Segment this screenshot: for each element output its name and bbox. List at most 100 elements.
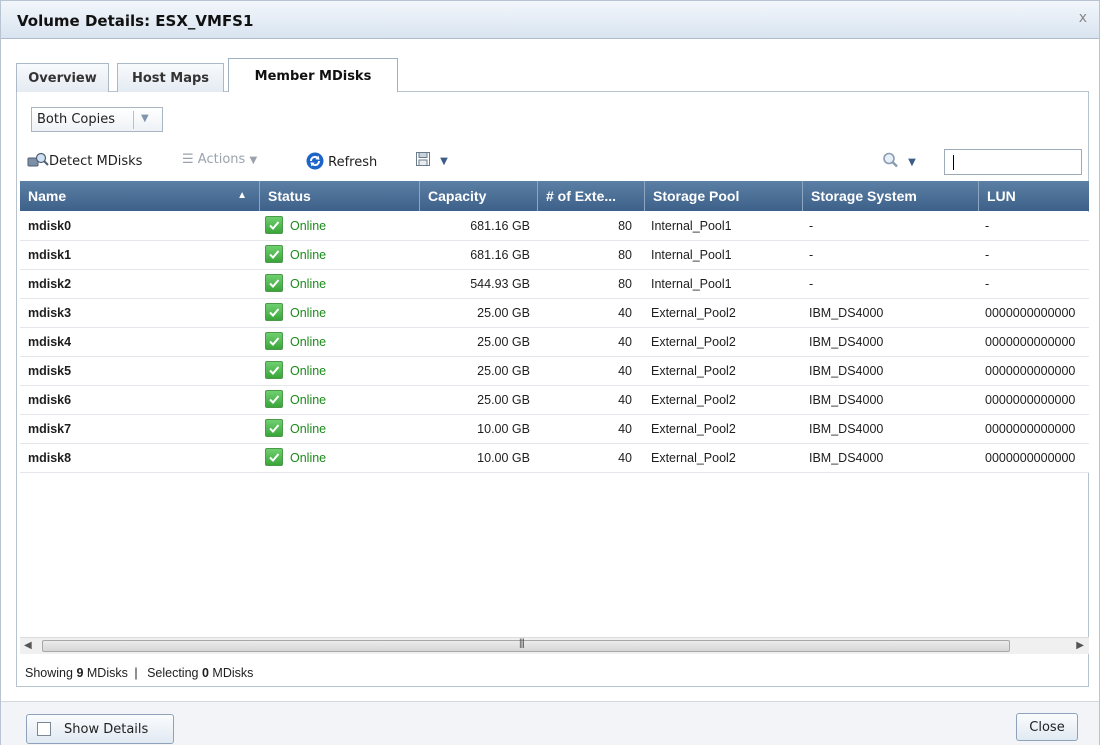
tab-host-maps[interactable]: Host Maps — [117, 63, 224, 92]
cell-lun: 0000000000000 — [985, 364, 1076, 378]
detect-mdisks-label: Detect MDisks — [49, 154, 143, 169]
actions-menu-button[interactable]: ☰ Actions ▼ — [182, 152, 257, 167]
toolbar: Detect MDisks ☰ Actions ▼ Refresh ▼ ▼ — [27, 149, 1087, 175]
column-header-storage-system[interactable]: Storage System — [803, 181, 979, 211]
cell-lun: 0000000000000 — [985, 393, 1076, 407]
cell-capacity: 10.00 GB — [477, 422, 530, 436]
cell-system: IBM_DS4000 — [809, 306, 884, 320]
table-row[interactable]: mdisk3 Online 25.00 GB 40 External_Pool2 IBM_… — [20, 299, 1089, 328]
cell-lun: 0000000000000 — [985, 422, 1076, 436]
table-row[interactable]: mdisk7 Online 10.00 GB 40 External_Pool2 IBM_… — [20, 415, 1089, 444]
cell-capacity: 544.93 GB — [470, 277, 530, 291]
refresh-icon — [306, 152, 324, 170]
cell-lun: 0000000000000 — [985, 335, 1076, 349]
showing-suffix: MDisks — [86, 666, 128, 680]
table-row[interactable]: mdisk6 Online 25.00 GB 40 External_Pool2 IBM_… — [20, 386, 1089, 415]
column-header-name[interactable]: Name ▲ — [20, 181, 260, 211]
show-details-checkbox[interactable] — [37, 722, 51, 736]
cell-capacity: 25.00 GB — [477, 393, 530, 407]
cell-extents: 80 — [618, 248, 632, 262]
tab-overview[interactable]: Overview — [16, 63, 109, 92]
close-icon[interactable]: x — [1079, 10, 1087, 26]
cell-status: Online — [290, 248, 327, 262]
cell-extents: 40 — [618, 335, 632, 349]
copies-select-value: Both Copies — [37, 112, 116, 127]
cell-status: Online — [290, 364, 327, 378]
cell-capacity: 681.16 GB — [470, 219, 530, 233]
showing-count: 9 — [76, 666, 84, 680]
chevron-down-icon: ▼ — [249, 155, 258, 166]
close-button[interactable]: Close — [1016, 713, 1078, 741]
search-input[interactable] — [944, 149, 1082, 175]
cell-capacity: 25.00 GB — [477, 335, 530, 349]
online-check-icon — [265, 332, 283, 350]
show-details-label: Show Details — [64, 722, 149, 737]
column-header-status[interactable]: Status — [260, 181, 420, 211]
cell-capacity: 10.00 GB — [477, 451, 530, 465]
text-caret — [953, 155, 954, 170]
save-icon — [416, 152, 430, 166]
grip-icon: ||| — [519, 638, 525, 649]
refresh-button[interactable]: Refresh — [306, 152, 377, 170]
column-header-storage-pool[interactable]: Storage Pool — [645, 181, 803, 211]
statusbar-separator: | — [134, 666, 138, 680]
cell-name: mdisk3 — [28, 306, 72, 320]
cell-extents: 80 — [618, 277, 632, 291]
online-check-icon — [265, 303, 283, 321]
table-row[interactable]: mdisk1 Online 681.16 GB 80 Internal_Pool1 - - — [20, 241, 1089, 270]
cell-status: Online — [290, 219, 327, 233]
column-header-extents[interactable]: # of Exte... — [538, 181, 645, 211]
cell-name: mdisk0 — [28, 219, 72, 233]
cell-extents: 40 — [618, 306, 632, 320]
cell-system: - — [809, 277, 814, 291]
column-header-name-label: Name — [28, 188, 67, 204]
table-row[interactable]: mdisk0 Online 681.16 GB 80 Internal_Pool1 - - — [20, 212, 1089, 241]
cell-status: Online — [290, 451, 327, 465]
cell-name: mdisk5 — [28, 364, 72, 378]
sort-ascending-icon: ▲ — [237, 190, 247, 201]
column-header-capacity[interactable]: Capacity — [420, 181, 538, 211]
chevron-down-icon: ▼ — [908, 157, 916, 168]
scroll-left-icon[interactable]: ◀ — [24, 640, 32, 651]
cell-pool: External_Pool2 — [651, 422, 736, 436]
horizontal-scrollbar[interactable]: ◀ ||| ▶ — [20, 637, 1089, 654]
cell-system: IBM_DS4000 — [809, 335, 884, 349]
select-divider — [133, 111, 134, 129]
cell-name: mdisk1 — [28, 248, 72, 262]
detect-mdisks-button[interactable]: Detect MDisks — [27, 152, 142, 169]
cell-name: mdisk7 — [28, 422, 72, 436]
cell-lun: - — [985, 248, 990, 262]
table-row[interactable]: mdisk4 Online 25.00 GB 40 External_Pool2 IBM_… — [20, 328, 1089, 357]
cell-lun: 0000000000000 — [985, 306, 1076, 320]
dialog-title: Volume Details: ESX_VMFS1 — [17, 12, 254, 30]
cell-status: Online — [290, 393, 327, 407]
save-menu-button[interactable]: ▼ — [416, 152, 448, 168]
cell-system: - — [809, 248, 814, 262]
cell-pool: External_Pool2 — [651, 335, 736, 349]
cell-status: Online — [290, 306, 327, 320]
cell-status: Online — [290, 277, 327, 291]
copies-select[interactable]: Both Copies ▼ — [31, 107, 163, 132]
tab-member-mdisks[interactable]: Member MDisks — [228, 58, 398, 92]
online-check-icon — [265, 245, 283, 263]
table-row[interactable]: mdisk5 Online 25.00 GB 40 External_Pool2 IBM_… — [20, 357, 1089, 386]
cell-pool: External_Pool2 — [651, 393, 736, 407]
selecting-prefix: Selecting — [147, 666, 199, 680]
cell-name: mdisk4 — [28, 335, 72, 349]
table-row[interactable]: mdisk8 Online 10.00 GB 40 External_Pool2 IBM_… — [20, 444, 1089, 473]
cell-system: IBM_DS4000 — [809, 393, 884, 407]
chevron-down-icon: ▼ — [141, 113, 149, 124]
column-header-lun[interactable]: LUN — [979, 181, 1089, 211]
scroll-right-icon[interactable]: ▶ — [1076, 640, 1084, 651]
cell-lun: 0000000000000 — [985, 451, 1076, 465]
table-statusbar: Showing 9 MDisks | Selecting 0 MDisks — [25, 666, 253, 680]
search-icon — [883, 152, 898, 168]
table-row[interactable]: mdisk2 Online 544.93 GB 80 Internal_Pool1 - - — [20, 270, 1089, 299]
show-details-button[interactable]: Show Details — [26, 714, 174, 744]
search-filter-button[interactable]: ▼ — [882, 152, 916, 169]
cell-status: Online — [290, 335, 327, 349]
cell-system: - — [809, 219, 814, 233]
scrollbar-thumb[interactable]: ||| — [42, 638, 1010, 652]
cell-name: mdisk8 — [28, 451, 72, 465]
selecting-suffix: MDisks — [212, 666, 254, 680]
